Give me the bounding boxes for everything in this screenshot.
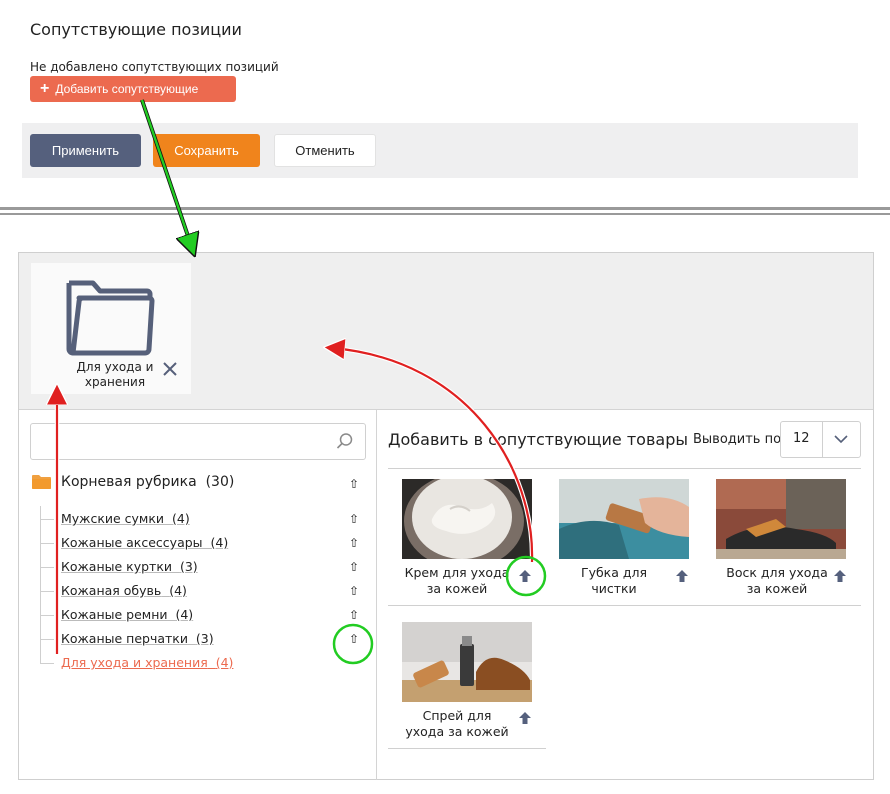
- tree-item-count: (4): [175, 607, 194, 622]
- tree-item[interactable]: Кожаные перчатки (3): [61, 631, 214, 646]
- arrow-up-filled-icon[interactable]: [518, 569, 532, 583]
- tree-item-label: Кожаные перчатки: [61, 631, 188, 646]
- add-related-button[interactable]: + Добавить сопутствующие: [30, 76, 236, 102]
- tree-item[interactable]: Мужские сумки (4): [61, 511, 190, 526]
- add-category-arrow-icon[interactable]: ⇧: [347, 536, 361, 550]
- tree-item[interactable]: Кожаная обувь (4): [61, 583, 187, 598]
- tree-item[interactable]: Кожаные ремни (4): [61, 607, 193, 622]
- folder-icon: [32, 475, 51, 489]
- select-separator: [822, 422, 823, 457]
- add-category-arrow-icon[interactable]: ⇧: [347, 608, 361, 622]
- tree-item[interactable]: Для ухода и хранения (4): [61, 655, 233, 670]
- arrow-up-filled-icon[interactable]: [518, 711, 532, 725]
- product-name[interactable]: Спрей для ухода за кожей: [402, 708, 512, 740]
- products-title: Добавить в сопутствующие товары: [388, 430, 688, 449]
- plus-icon: +: [40, 80, 50, 97]
- arrow-up-filled-icon[interactable]: [833, 569, 847, 583]
- tree-item-label: Кожаные ремни: [61, 607, 168, 622]
- tree-item-count: (4): [171, 511, 190, 526]
- column-divider: [376, 410, 377, 780]
- product-image-wax[interactable]: [716, 479, 846, 559]
- tree-item-label: Кожаные куртки: [61, 559, 172, 574]
- section-title: Сопутствующие позиции: [30, 20, 242, 39]
- search-icon[interactable]: [336, 432, 354, 450]
- apply-button[interactable]: Применить: [30, 134, 141, 167]
- product-name[interactable]: Воск для ухода за кожей: [722, 565, 832, 597]
- tree-root[interactable]: Корневая рубрика (30): [61, 474, 234, 490]
- product-image-cream[interactable]: [402, 479, 532, 559]
- tree-item-label: Кожаная обувь: [61, 583, 162, 598]
- tree-guide-tick: [40, 519, 54, 520]
- tree-root-count: (30): [205, 474, 235, 490]
- add-category-arrow-icon[interactable]: ⇧: [347, 584, 361, 598]
- selected-category-label: Для ухода и хранения: [76, 360, 154, 389]
- tree-item-label: Для ухода и хранения: [61, 655, 208, 670]
- add-related-label: Добавить сопутствующие: [55, 82, 199, 96]
- add-category-arrow-icon[interactable]: ⇧: [347, 632, 361, 646]
- search-input[interactable]: [31, 424, 321, 459]
- folder-outline-icon: [66, 280, 155, 356]
- empty-note: Не добавлено сопутствующих позиций: [30, 60, 279, 74]
- products-row-divider: [388, 605, 861, 606]
- tree-item-label: Мужские сумки: [61, 511, 165, 526]
- product-name[interactable]: Губка для чистки: [559, 565, 669, 597]
- cancel-button[interactable]: Отменить: [274, 134, 376, 167]
- tree-item-count: (3): [179, 559, 198, 574]
- category-search[interactable]: [30, 423, 366, 460]
- tree-guide-tick: [40, 543, 54, 544]
- tree-guide-tick: [40, 615, 54, 616]
- add-category-arrow-icon[interactable]: ⇧: [347, 512, 361, 526]
- close-icon[interactable]: [162, 361, 178, 377]
- screenshot-divider: [0, 207, 890, 215]
- tree-guide-tick: [40, 567, 54, 568]
- tree-item[interactable]: Кожаные аксессуары (4): [61, 535, 228, 550]
- tree-item-count: (3): [195, 631, 214, 646]
- per-page-label: Выводить по: [693, 432, 782, 447]
- add-category-arrow-icon[interactable]: ⇧: [347, 477, 361, 491]
- tree-guide-line: [40, 506, 41, 664]
- action-bar: Применить Сохранить Отменить: [22, 123, 858, 178]
- tree-guide-tick: [40, 639, 54, 640]
- product-name[interactable]: Крем для ухода за кожей: [402, 565, 512, 597]
- tree-item-count: (4): [210, 535, 229, 550]
- tree-item[interactable]: Кожаные куртки (3): [61, 559, 198, 574]
- tree-item-label: Кожаные аксессуары: [61, 535, 203, 550]
- arrow-up-filled-icon[interactable]: [675, 569, 689, 583]
- products-row-divider: [388, 748, 546, 749]
- tree-item-count: (4): [215, 655, 234, 670]
- tree-item-count: (4): [169, 583, 187, 598]
- save-button[interactable]: Сохранить: [153, 134, 260, 167]
- product-image-spray[interactable]: [402, 622, 532, 702]
- tree-root-label: Корневая рубрика: [61, 474, 197, 490]
- per-page-value: 12: [793, 431, 810, 446]
- tree-guide-tick: [40, 591, 54, 592]
- tree-guide-tick: [40, 663, 54, 664]
- product-image-sponge[interactable]: [559, 479, 689, 559]
- add-category-arrow-icon[interactable]: ⇧: [347, 560, 361, 574]
- products-header-divider: [388, 468, 861, 469]
- chevron-down-icon[interactable]: [834, 432, 848, 446]
